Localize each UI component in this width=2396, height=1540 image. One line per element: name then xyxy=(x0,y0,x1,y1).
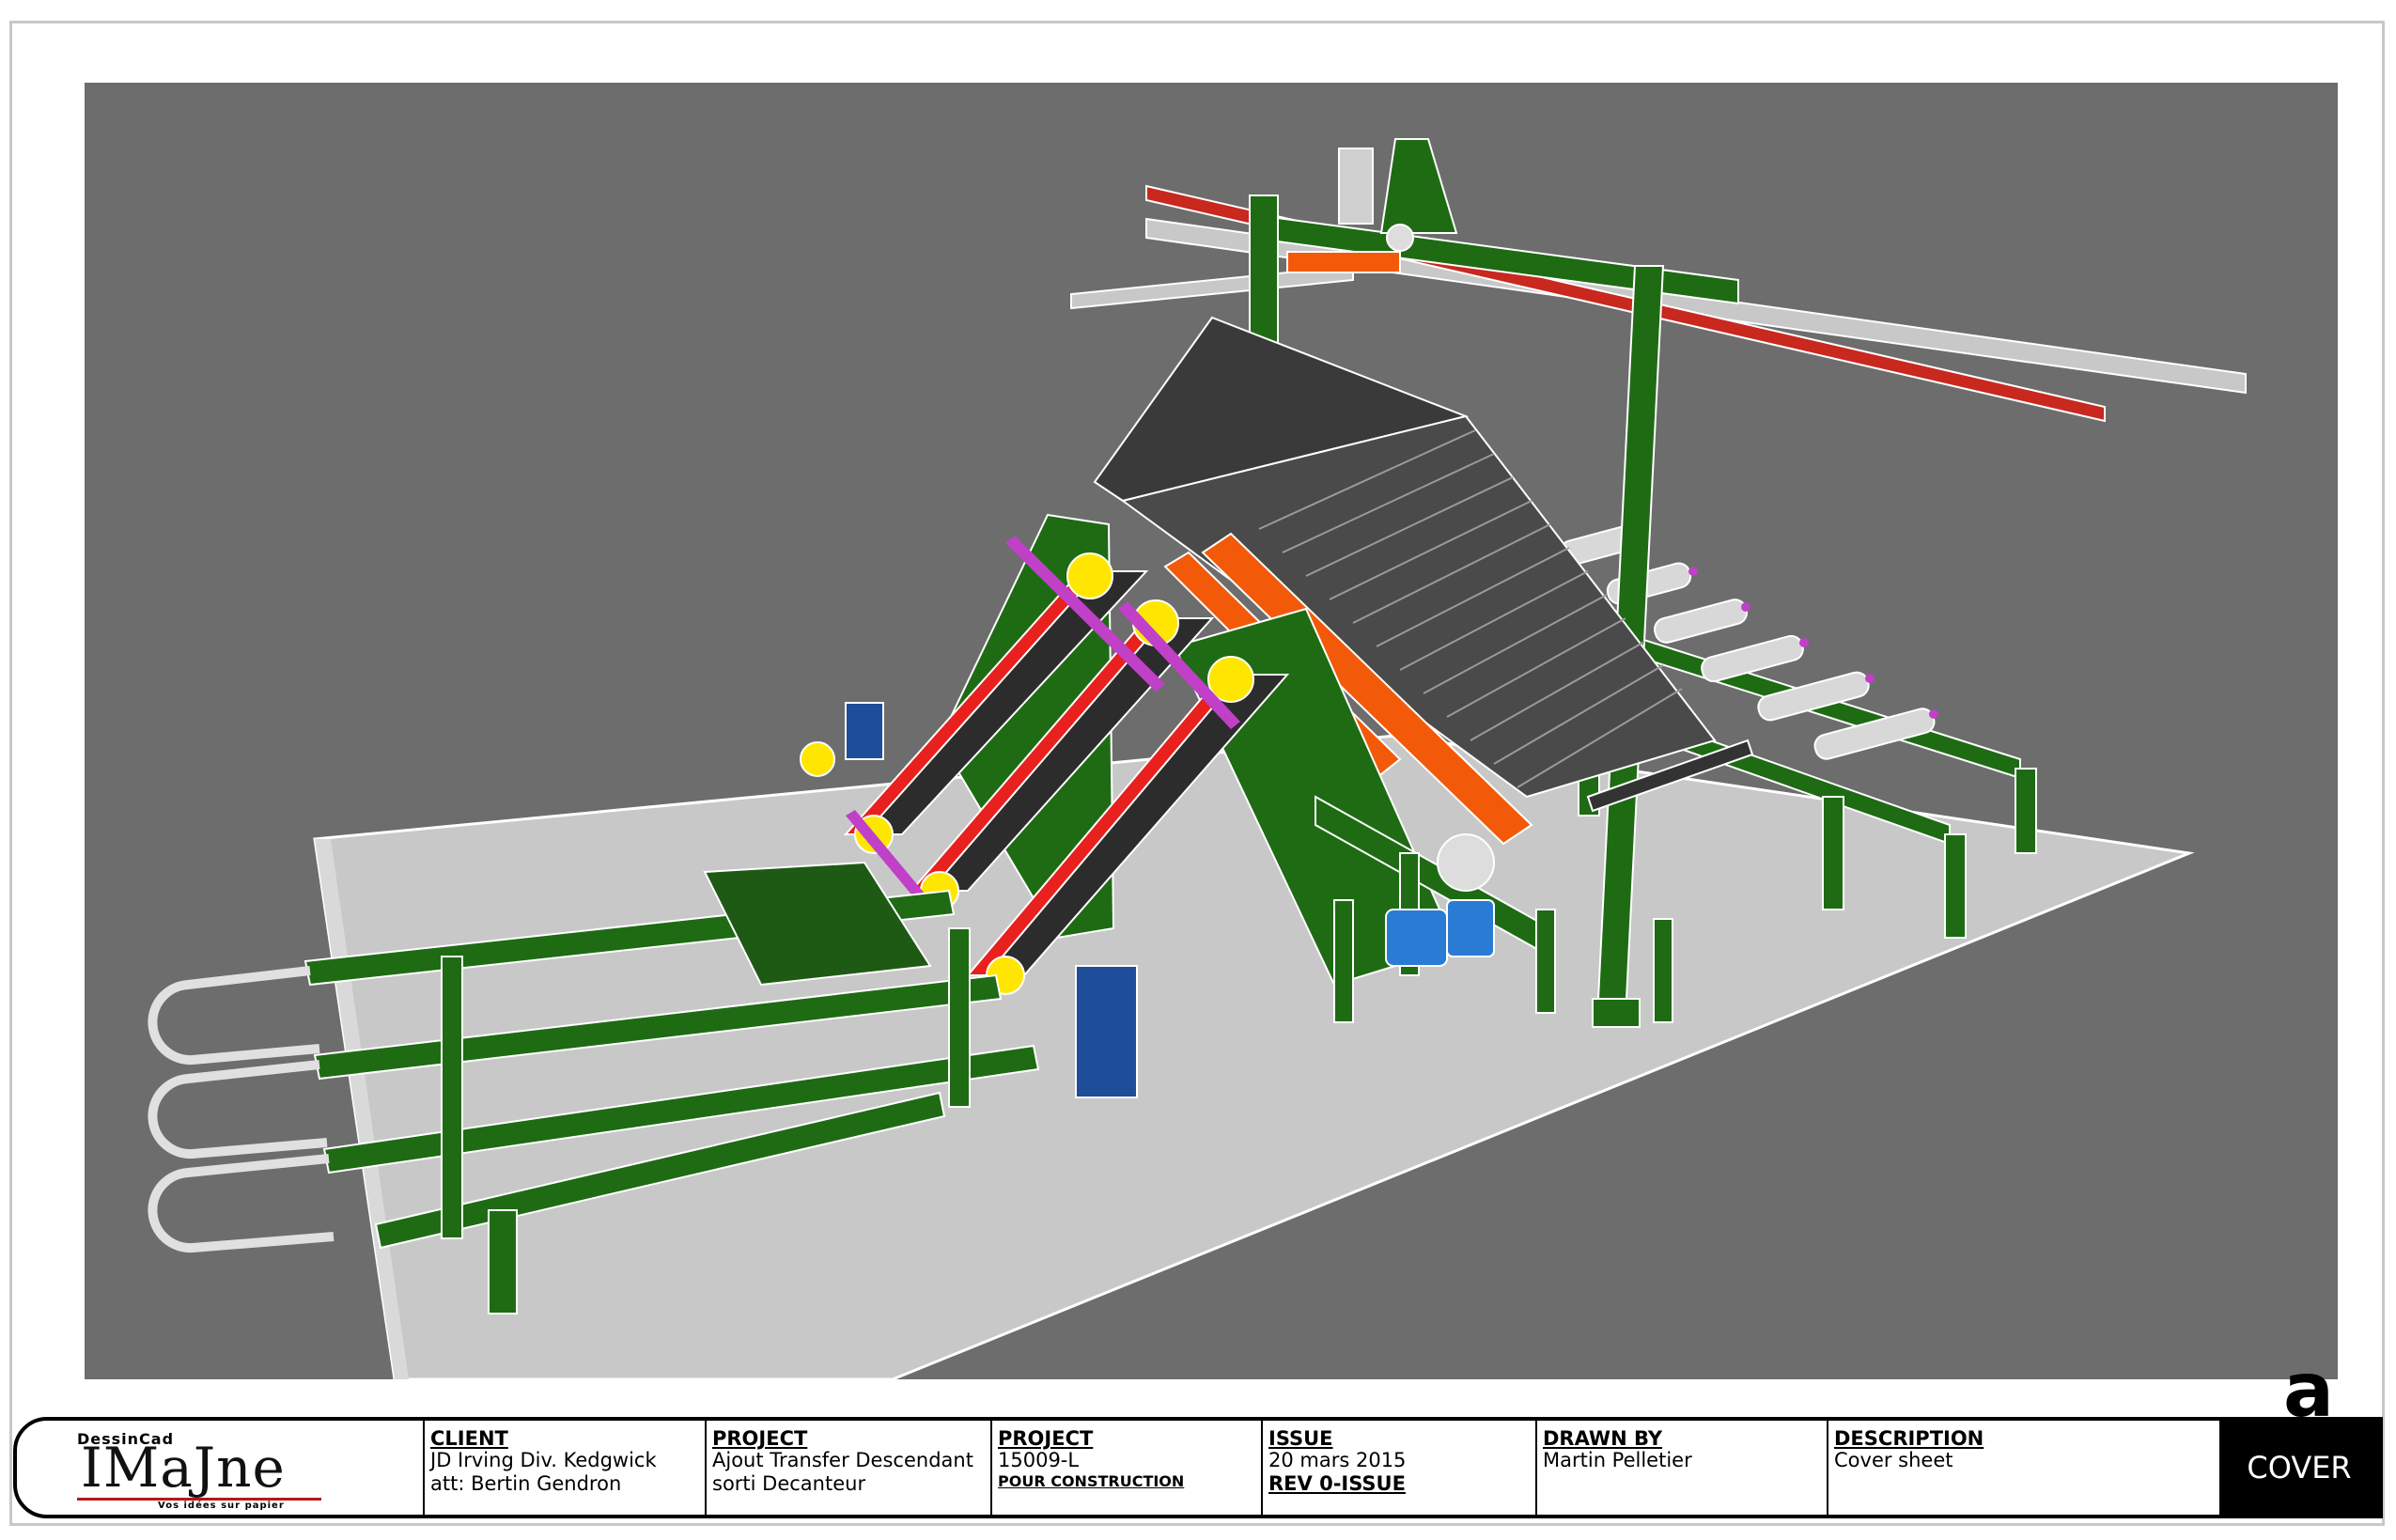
company-logo: DessinCad IMaJne Vos idées sur papier xyxy=(45,1426,430,1513)
description-label: DESCRIPTION xyxy=(1834,1427,1984,1450)
issue-date: 20 mars 2015 xyxy=(1268,1449,1407,1471)
issue-label: ISSUE xyxy=(1268,1427,1333,1450)
description-text: Cover sheet xyxy=(1834,1449,1953,1471)
drawn-by-label: DRAWN BY xyxy=(1543,1427,1663,1450)
drawn-by-cell: DRAWN BY Martin Pelletier xyxy=(1535,1421,1827,1515)
client-line2: att: Bertin Gendron xyxy=(430,1472,622,1495)
logo-name: IMaJne xyxy=(81,1436,286,1500)
project-number: 15009-L xyxy=(998,1449,1080,1471)
project-status: POUR CONSTRUCTION xyxy=(998,1472,1185,1490)
issue-revision: REV 0-ISSUE xyxy=(1268,1472,1406,1495)
title-block: DessinCad IMaJne Vos idées sur papier CL… xyxy=(13,1417,2383,1518)
project-number-label: PROJECT xyxy=(998,1427,1094,1450)
project-number-cell: PROJECT 15009-L POUR CONSTRUCTION xyxy=(990,1421,1261,1515)
chain-loops xyxy=(148,966,335,1253)
project-line2: sorti Decanteur xyxy=(712,1472,866,1495)
description-cell: DESCRIPTION Cover sheet xyxy=(1827,1421,2227,1515)
drawn-by-name: Martin Pelletier xyxy=(1543,1449,1692,1471)
project-label: PROJECT xyxy=(712,1427,808,1450)
issue-cell: ISSUE 20 mars 2015 REV 0-ISSUE xyxy=(1261,1421,1535,1515)
client-line1: JD Irving Div. Kedgwick xyxy=(430,1449,657,1471)
machine-render xyxy=(148,138,2247,1379)
project-cell: PROJECT Ajout Transfer Descendant sorti … xyxy=(705,1421,990,1515)
client-label: CLIENT xyxy=(430,1427,508,1450)
logo-tagline: Vos idées sur papier xyxy=(158,1501,285,1511)
client-cell: CLIENT JD Irving Div. Kedgwick att: Bert… xyxy=(423,1421,705,1515)
floor-slab xyxy=(313,734,2195,1379)
sheet-label: COVER xyxy=(2219,1421,2379,1515)
project-line1: Ajout Transfer Descendant xyxy=(712,1449,973,1471)
3d-render-view xyxy=(85,83,2338,1379)
